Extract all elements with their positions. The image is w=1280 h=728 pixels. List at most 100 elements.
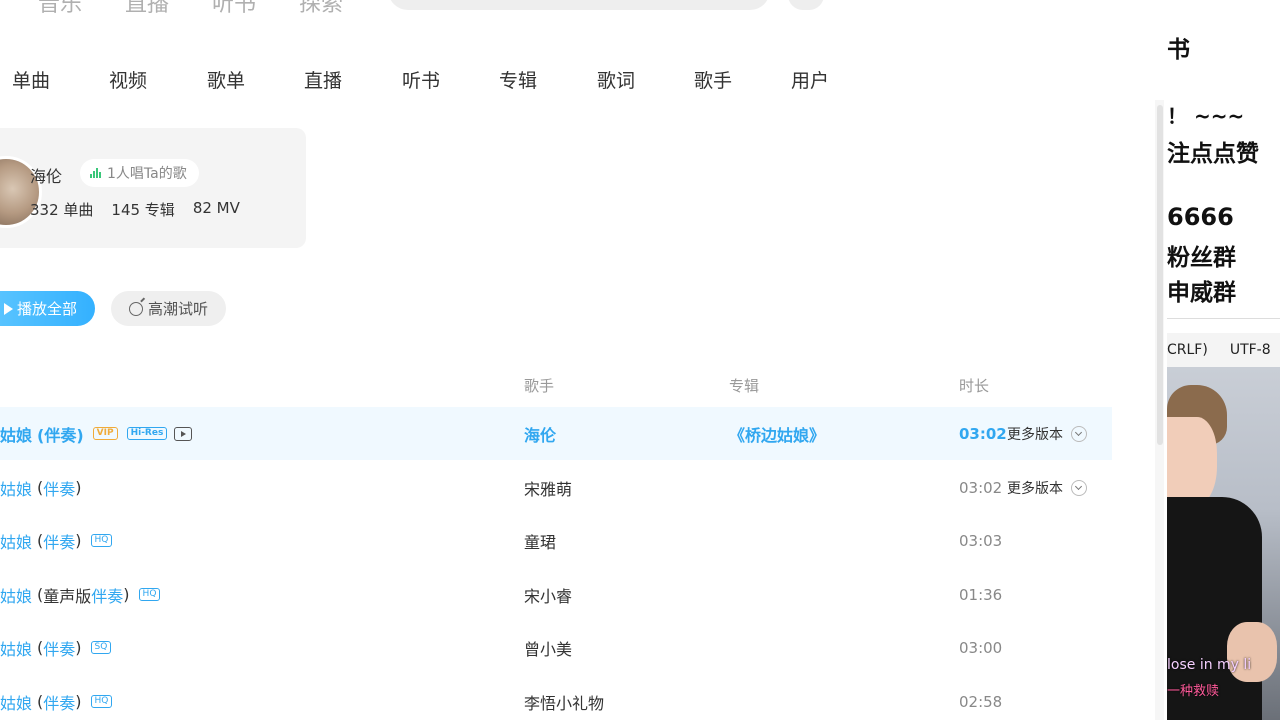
- song-duration: 03:02: [959, 478, 1003, 497]
- tab-users[interactable]: 用户: [791, 66, 829, 93]
- song-duration: 03:03: [959, 531, 1003, 550]
- tab-artists[interactable]: 歌手: [694, 66, 732, 93]
- tab-live[interactable]: 直播: [304, 66, 342, 93]
- mv-play-icon[interactable]: [174, 426, 193, 441]
- song-title-text: 姑娘: [0, 425, 33, 445]
- divider: [1167, 318, 1280, 319]
- song-title-suffix: 伴奏: [43, 639, 76, 659]
- hq-badge: HQ: [138, 588, 161, 601]
- song-title-text: 姑娘: [0, 479, 33, 499]
- highlight-preview-label: 高潮试听: [147, 300, 208, 318]
- song-title-mid: 童声版: [43, 586, 92, 606]
- play-icon: [3, 302, 13, 315]
- encoding-status: UTF-8: [1229, 342, 1271, 358]
- table-row[interactable]: 姑娘 (伴奏) SQ 曾小美 03:00: [0, 621, 1112, 674]
- song-singer[interactable]: 曾小美: [524, 621, 572, 674]
- song-title[interactable]: 姑娘 (伴奏) SQ: [0, 621, 112, 674]
- column-header-singer[interactable]: 歌手: [524, 375, 554, 396]
- artist-stats: 332 单曲 145 专辑 82 MV: [30, 199, 240, 220]
- search-input[interactable]: [388, 0, 770, 10]
- signal-icon: [90, 168, 101, 178]
- tab-playlists[interactable]: 歌单: [207, 66, 245, 93]
- top-nav-explore[interactable]: 探索: [299, 0, 343, 18]
- artist-cover-badge[interactable]: 1人唱Ta的歌: [80, 159, 199, 187]
- artist-mv-count: 82 MV: [192, 199, 240, 217]
- song-title-suffix: 伴奏: [91, 586, 124, 606]
- more-versions-button[interactable]: 更多版本: [1007, 407, 1087, 460]
- song-title[interactable]: 姑娘 (伴奏) HQ: [0, 514, 113, 567]
- song-singer[interactable]: 李悟小礼物: [524, 675, 604, 728]
- tab-albums[interactable]: 专辑: [499, 66, 537, 93]
- table-row[interactable]: 姑娘 (伴奏) HQ 童珺 03:03: [0, 514, 1112, 567]
- song-title-suffix: (伴奏): [37, 425, 84, 445]
- top-nav-live[interactable]: 直播: [125, 0, 169, 18]
- hires-badge: Hi-Res: [126, 427, 168, 440]
- stream-overlay-panel: 书 ！ ~~~ 注点点赞 6666 粉丝群 申威群 CRLF) UTF-8 lo…: [1167, 0, 1280, 720]
- top-nav-music[interactable]: 音乐: [38, 0, 82, 18]
- overlay-line: 申威群: [1167, 280, 1236, 306]
- highlight-preview-button[interactable]: 高潮试听: [111, 291, 226, 326]
- table-row[interactable]: 姑娘 (伴奏) VIP Hi-Res 海伦 《桥边姑娘》 03:02 更多版本: [0, 407, 1112, 460]
- table-row[interactable]: 姑娘 (伴奏) 宋雅萌 03:02 更多版本: [0, 461, 1112, 514]
- song-singer[interactable]: 海伦: [524, 407, 556, 460]
- overlay-line: 注点点赞: [1167, 141, 1259, 167]
- overlay-line: 粉丝群: [1167, 245, 1236, 271]
- scrollbar-thumb[interactable]: [1157, 105, 1163, 445]
- hq-badge: HQ: [90, 534, 113, 547]
- table-row[interactable]: 姑娘 (伴奏) HQ 李悟小礼物 02:58: [0, 675, 1112, 728]
- overlay-line: 6666: [1167, 203, 1234, 231]
- column-header-duration[interactable]: 时长: [959, 375, 989, 396]
- search-button[interactable]: [788, 0, 824, 10]
- song-title-suffix: 伴奏: [43, 479, 76, 499]
- sq-badge: SQ: [90, 641, 112, 654]
- song-duration: 03:02: [959, 424, 1007, 443]
- webcam-person-face: [1167, 417, 1217, 507]
- song-title[interactable]: 姑娘 (童声版 伴奏) HQ: [0, 568, 161, 621]
- song-title-suffix: 伴奏: [43, 532, 76, 552]
- song-duration: 01:36: [959, 585, 1003, 604]
- song-title-paren-close: ): [75, 692, 82, 711]
- more-versions-label: 更多版本: [1007, 426, 1063, 443]
- tab-audiobooks[interactable]: 听书: [402, 66, 440, 93]
- editor-status-bar: CRLF) UTF-8: [1167, 333, 1280, 367]
- song-singer[interactable]: 童珺: [524, 514, 556, 567]
- table-row[interactable]: 姑娘 (童声版 伴奏) HQ 宋小睿 01:36: [0, 568, 1112, 621]
- song-title-text: 姑娘: [0, 532, 33, 552]
- song-album[interactable]: 《桥边姑娘》: [729, 407, 825, 460]
- webcam-caption: lose in my li: [1167, 657, 1252, 673]
- play-all-button[interactable]: 播放全部: [0, 291, 95, 326]
- song-title-paren-close: ): [123, 585, 130, 604]
- song-duration: 02:58: [959, 692, 1003, 711]
- tab-videos[interactable]: 视频: [109, 66, 147, 93]
- song-title[interactable]: 姑娘 (伴奏): [0, 461, 82, 514]
- overlay-line: 书: [1167, 37, 1190, 63]
- song-singer[interactable]: 宋雅萌: [524, 461, 572, 514]
- artist-badge-label: 1人唱Ta的歌: [107, 166, 187, 182]
- artist-albums-count: 145 专辑: [111, 201, 175, 219]
- song-title-paren-close: ): [75, 638, 82, 657]
- tab-singles[interactable]: 单曲: [12, 66, 50, 93]
- song-title-suffix: 伴奏: [43, 693, 76, 713]
- top-nav-audiobook[interactable]: 听书: [212, 0, 256, 18]
- song-title-text: 姑娘: [0, 693, 33, 713]
- chevron-down-icon: [1071, 425, 1087, 442]
- artist-singles-count: 332 单曲: [30, 201, 94, 219]
- song-title[interactable]: 姑娘 (伴奏) VIP Hi-Res: [0, 407, 193, 460]
- artist-card[interactable]: [0, 128, 306, 248]
- song-singer[interactable]: 宋小睿: [524, 568, 572, 621]
- webcam-caption-secondary: 一种救赎: [1167, 684, 1220, 699]
- song-duration: 03:00: [959, 638, 1003, 657]
- tab-lyrics[interactable]: 歌词: [597, 66, 635, 93]
- line-ending-status: CRLF): [1167, 342, 1208, 358]
- play-all-label: 播放全部: [16, 300, 77, 318]
- vip-badge: VIP: [92, 427, 118, 440]
- song-title-paren-close: ): [75, 531, 82, 550]
- webcam-feed: lose in my li 一种救赎: [1167, 367, 1280, 720]
- artist-name[interactable]: 海伦: [30, 163, 62, 187]
- column-header-album[interactable]: 专辑: [729, 375, 759, 396]
- music-note-icon: [128, 301, 143, 316]
- more-versions-button[interactable]: 更多版本: [1007, 461, 1087, 514]
- more-versions-label: 更多版本: [1007, 480, 1063, 497]
- song-title[interactable]: 姑娘 (伴奏) HQ: [0, 675, 113, 728]
- song-title-paren-close: ): [75, 478, 82, 497]
